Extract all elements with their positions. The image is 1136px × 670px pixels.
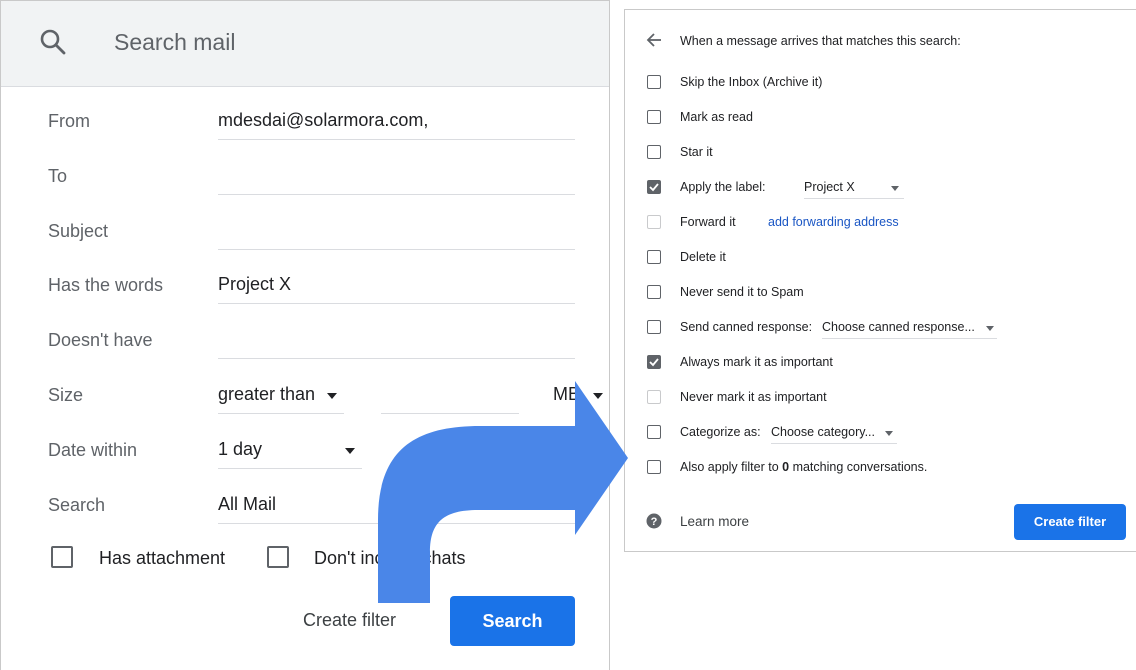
curved-arrow-graphic	[378, 381, 628, 603]
